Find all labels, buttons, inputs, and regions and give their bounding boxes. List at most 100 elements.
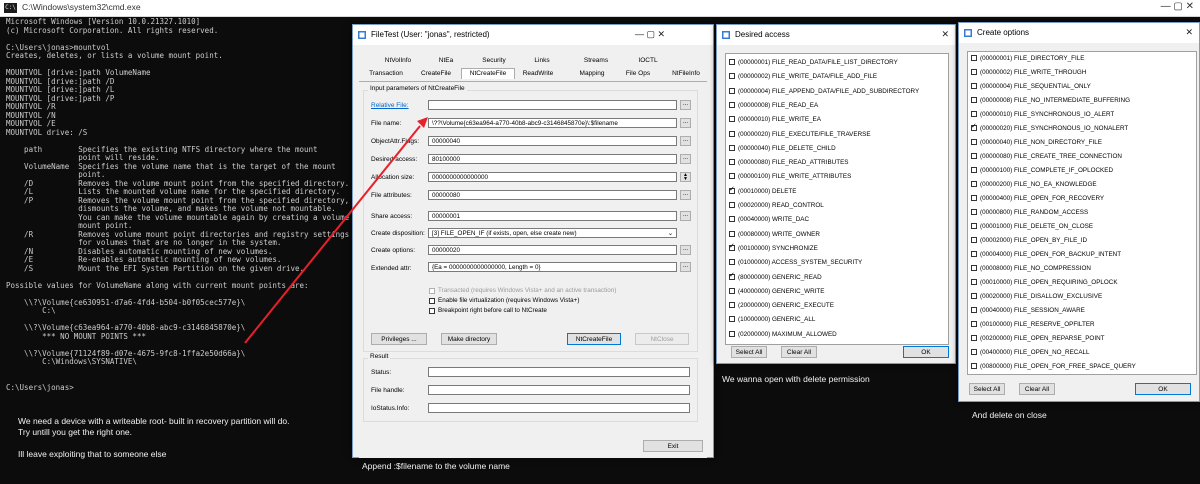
tab-ntea[interactable]: NtEa [423, 56, 469, 66]
field-input[interactable]: 00000001 [428, 211, 677, 221]
item-checkbox[interactable] [971, 223, 977, 229]
ntcreatefile-button[interactable]: NtCreateFile [567, 333, 621, 345]
list-item[interactable]: (00400000) FILE_OPEN_NO_RECALL [971, 347, 1181, 358]
list-item[interactable]: (00000100) FILE_WRITE_ATTRIBUTES [729, 171, 939, 182]
desired-select-all-button[interactable]: Select All [731, 346, 767, 358]
item-checkbox[interactable] [971, 265, 977, 271]
cmd-window-controls[interactable]: — ▢ ✕ [1161, 1, 1194, 12]
list-item[interactable]: (00000100) FILE_COMPLETE_IF_OPLOCKED [971, 165, 1181, 176]
item-checkbox[interactable] [971, 55, 977, 61]
option-checkbox[interactable] [429, 308, 435, 314]
item-checkbox[interactable] [971, 321, 977, 327]
item-checkbox[interactable] [971, 279, 977, 285]
field-input[interactable]: 80100000 [428, 154, 677, 164]
list-item[interactable]: (00040000) WRITE_DAC [729, 214, 939, 225]
list-item[interactable]: (00010000) FILE_OPEN_REQUIRING_OPLOCK [971, 277, 1181, 288]
tab-createfile[interactable]: CreateFile [413, 69, 459, 79]
list-item[interactable]: (00020000) READ_CONTROL [729, 200, 939, 211]
copts-ok-button[interactable]: OK [1135, 383, 1191, 395]
item-checkbox[interactable] [971, 363, 977, 369]
list-item[interactable]: (00000008) FILE_READ_EA [729, 100, 939, 111]
item-checkbox[interactable] [729, 144, 735, 151]
create-options-input[interactable]: 00000020 [428, 245, 677, 255]
item-checkbox[interactable] [729, 59, 735, 65]
browse-button[interactable]: ... [680, 118, 691, 128]
item-checkbox[interactable] [971, 307, 977, 313]
list-item[interactable]: (20000000) GENERIC_EXECUTE [729, 300, 939, 311]
list-item[interactable]: (00100000) SYNCHRONIZE [729, 242, 939, 254]
list-item[interactable]: (00040000) FILE_SESSION_AWARE [971, 305, 1181, 316]
field-label[interactable]: Relative File: [371, 102, 409, 109]
item-checkbox[interactable] [729, 73, 735, 80]
allocation-spinner[interactable]: ▲ ▼ [680, 172, 691, 182]
item-checkbox[interactable] [729, 173, 735, 180]
create-disposition-select[interactable]: [3] FILE_OPEN_IF (if exists, open, else … [428, 228, 677, 238]
make-directory-button[interactable]: Make directory [441, 333, 497, 345]
item-checkbox[interactable] [971, 251, 977, 257]
list-item[interactable]: (00000040) FILE_DELETE_CHILD [729, 143, 939, 154]
extended-attr-input[interactable]: {Ea = 0000000000000000, Length = 0} [428, 262, 677, 272]
desired-ok-button[interactable]: OK [903, 346, 949, 358]
tab-streams[interactable]: Streams [573, 56, 619, 66]
field-input[interactable]: 0000000000000000 [428, 172, 677, 182]
list-item[interactable]: (00000020) FILE_SYNCHRONOUS_IO_NONALERT [971, 122, 1181, 134]
item-checkbox[interactable] [729, 271, 735, 280]
list-item[interactable]: (00000008) FILE_NO_INTERMEDIATE_BUFFERIN… [971, 95, 1181, 106]
list-item[interactable]: (00000020) FILE_EXECUTE/FILE_TRAVERSE [729, 129, 939, 140]
item-checkbox[interactable] [729, 259, 735, 266]
browse-button[interactable]: ... [680, 211, 691, 221]
tab-ioctl[interactable]: IOCTL [625, 56, 671, 66]
list-item[interactable]: (01000000) ACCESS_SYSTEM_SECURITY [729, 257, 939, 268]
list-item[interactable]: (00000080) FILE_CREATE_TREE_CONNECTION [971, 151, 1181, 162]
item-checkbox[interactable] [729, 302, 735, 309]
list-item[interactable]: (00004000) FILE_OPEN_FOR_BACKUP_INTENT [971, 249, 1181, 260]
list-item[interactable]: (00008000) FILE_NO_COMPRESSION [971, 263, 1181, 274]
list-item[interactable]: (00000080) FILE_READ_ATTRIBUTES [729, 157, 939, 168]
list-item[interactable]: (00100000) FILE_RESERVE_OPFILTER [971, 319, 1181, 330]
item-checkbox[interactable] [971, 335, 977, 341]
item-checkbox[interactable] [729, 230, 735, 237]
list-item[interactable]: (00080000) WRITE_OWNER [729, 229, 939, 240]
list-item[interactable]: (00800000) FILE_OPEN_FOR_FREE_SPACE_QUER… [971, 361, 1181, 372]
create-options-browse-button[interactable]: ... [680, 245, 691, 255]
list-item[interactable]: (00200000) FILE_OPEN_REPARSE_POINT [971, 333, 1181, 344]
item-checkbox[interactable] [729, 130, 735, 137]
tab-file ops[interactable]: File Ops [615, 69, 661, 79]
tab-ntfileinfo[interactable]: NtFileInfo [663, 69, 709, 79]
item-checkbox[interactable] [729, 101, 735, 108]
item-checkbox[interactable] [971, 167, 977, 173]
list-item[interactable]: (10000000) GENERIC_ALL [729, 314, 939, 325]
list-item[interactable]: (40000000) GENERIC_WRITE [729, 286, 939, 297]
tab-readwrite[interactable]: ReadWrite [515, 69, 561, 79]
list-item[interactable]: (00000010) FILE_WRITE_EA [729, 114, 939, 125]
item-checkbox[interactable] [729, 316, 735, 323]
list-item[interactable]: (00000002) FILE_WRITE_DATA/FILE_ADD_FILE [729, 71, 939, 82]
item-checkbox[interactable] [971, 349, 977, 355]
item-checkbox[interactable] [729, 330, 735, 337]
option-checkbox[interactable] [429, 298, 435, 304]
tab-ntvolinfo[interactable]: NtVolInfo [375, 56, 421, 66]
item-checkbox[interactable] [971, 122, 977, 131]
list-item[interactable]: (00002000) FILE_OPEN_BY_FILE_ID [971, 235, 1181, 246]
item-checkbox[interactable] [971, 139, 977, 145]
close-icon[interactable]: ✕ [1185, 27, 1193, 38]
browse-button[interactable]: ... [680, 100, 691, 110]
item-checkbox[interactable] [729, 87, 735, 94]
tab-transaction[interactable]: Transaction [363, 69, 409, 79]
close-icon[interactable]: ✕ [941, 29, 949, 40]
item-checkbox[interactable] [971, 111, 977, 117]
item-checkbox[interactable] [729, 287, 735, 294]
list-item[interactable]: (02000000) MAXIMUM_ALLOWED [729, 329, 939, 340]
list-item[interactable]: (00000004) FILE_APPEND_DATA/FILE_ADD_SUB… [729, 86, 939, 97]
extended-attr-browse-button[interactable]: ... [680, 262, 691, 272]
item-checkbox[interactable] [729, 242, 735, 251]
field-input[interactable]: 00000080 [428, 190, 677, 200]
list-item[interactable]: (00000400) FILE_OPEN_FOR_RECOVERY [971, 193, 1181, 204]
privileges-button[interactable]: Privileges ... [371, 333, 427, 345]
browse-button[interactable]: ... [680, 154, 691, 164]
tab-links[interactable]: Links [519, 56, 565, 66]
item-checkbox[interactable] [729, 216, 735, 223]
list-item[interactable]: (00000200) FILE_NO_EA_KNOWLEDGE [971, 179, 1181, 190]
item-checkbox[interactable] [729, 202, 735, 208]
item-checkbox[interactable] [971, 97, 977, 103]
